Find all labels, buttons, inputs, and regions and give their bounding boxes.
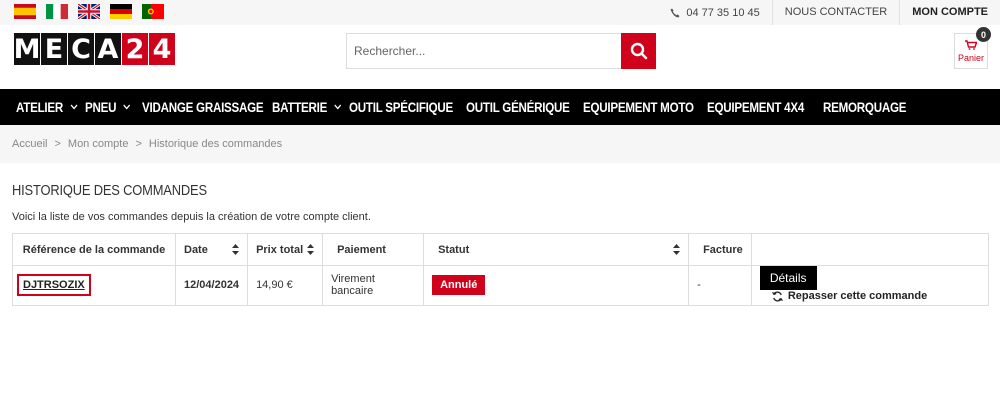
account-link[interactable]: MON COMPTE — [899, 0, 1000, 25]
menu-item-outil-specifique[interactable]: OUTIL SPÉCIFIQUE — [349, 100, 453, 115]
column-label: Prix total — [256, 243, 304, 256]
spain-flag-icon[interactable] — [14, 4, 36, 19]
column-label: Référence de la commande — [22, 243, 166, 256]
phone-number[interactable]: 04 77 35 10 45 — [670, 7, 771, 19]
menu-item-outil-generique[interactable]: OUTIL GÉNÉRIQUE — [466, 100, 570, 115]
menu-item-label: BATTERIE — [272, 99, 328, 115]
details-button[interactable]: Détails — [759, 266, 817, 290]
main-menu: ATELIER PNEU VIDANGE GRAISSAGE BATTERIE … — [0, 89, 1000, 125]
logo-letter: A — [95, 33, 121, 65]
menu-item-label: PNEU — [85, 99, 117, 115]
phone-icon — [670, 8, 680, 17]
search-icon — [630, 42, 647, 60]
chevron-down-icon — [123, 104, 131, 110]
menu-item-remorquage[interactable]: REMORQUAGE — [823, 100, 909, 115]
column-actions — [750, 233, 990, 266]
language-flags — [14, 4, 164, 19]
breadcrumb-account[interactable]: Mon compte — [68, 138, 129, 150]
menu-item-equipement-moto[interactable]: EQUIPEMENT MOTO — [583, 99, 694, 115]
germany-flag-icon[interactable] — [110, 4, 132, 19]
uk-flag-icon[interactable] — [78, 4, 100, 19]
cart-count-badge: 0 — [976, 27, 991, 42]
column-date[interactable]: Date — [174, 233, 249, 266]
menu-item-atelier[interactable]: ATELIER — [16, 100, 79, 115]
menu-item-label: ATELIER — [16, 99, 64, 115]
italy-flag-icon[interactable] — [46, 4, 68, 19]
logo-letter: C — [68, 33, 94, 65]
phone-text: 04 77 35 10 45 — [686, 6, 760, 19]
contact-link[interactable]: NOUS CONTACTER — [771, 0, 899, 25]
menu-item-label: OUTIL SPÉCIFIQUE — [349, 99, 454, 115]
chevron-down-icon — [334, 104, 342, 110]
column-status[interactable]: Statut — [423, 233, 690, 266]
breadcrumb-separator: > — [54, 138, 61, 150]
menu-item-label: REMORQUAGE — [823, 99, 907, 115]
sort-icon — [307, 244, 315, 255]
order-payment: Virement bancaire — [322, 265, 425, 306]
cart-label: Panier — [957, 53, 984, 63]
column-payment: Paiement — [322, 233, 425, 266]
page-title: HISTORIQUE DES COMMANDES — [12, 182, 207, 199]
menu-item-vidange-graissage[interactable]: VIDANGE GRAISSAGE — [142, 100, 264, 115]
order-date: 12/04/2024 — [174, 265, 249, 306]
column-reference[interactable]: Référence de la commande — [12, 233, 176, 266]
menu-item-label: EQUIPEMENT 4X4 — [707, 99, 805, 115]
page-intro: Voici la liste de vos commandes depuis l… — [12, 211, 371, 223]
order-actions-cell: Détails Repasser cette commande — [750, 265, 990, 306]
cart-button[interactable]: Panier 0 — [954, 27, 991, 69]
menu-item-equipement-4x4[interactable]: EQUIPEMENT 4X4 — [707, 100, 810, 115]
search-button[interactable] — [621, 33, 656, 69]
column-label: Facture — [703, 243, 743, 256]
status-badge: Annulé — [432, 275, 486, 296]
order-total: 14,90 € — [247, 265, 324, 306]
breadcrumb: Accueil > Mon compte > Historique des co… — [0, 125, 1000, 163]
sort-icon — [673, 244, 681, 255]
order-invoice: - — [688, 265, 752, 306]
logo-digit: 2 — [122, 33, 148, 65]
portugal-flag-icon[interactable] — [142, 4, 164, 19]
logo-letter: M — [13, 33, 41, 65]
search-bar — [346, 33, 656, 69]
logo-digit: 4 — [149, 33, 175, 65]
table-row: DJTRSOZIX 12/04/2024 14,90 € Virement ba… — [12, 265, 990, 306]
menu-item-label: OUTIL GÉNÉRIQUE — [466, 99, 570, 115]
order-reference-cell: DJTRSOZIX — [12, 265, 176, 306]
breadcrumb-current: Historique des commandes — [148, 138, 283, 150]
chevron-down-icon — [70, 104, 78, 110]
menu-item-label: VIDANGE GRAISSAGE — [142, 99, 264, 115]
reorder-label: Repasser cette commande — [787, 290, 928, 302]
menu-item-label: EQUIPEMENT MOTO — [583, 99, 694, 115]
orders-table: Référence de la commande Date Prix total… — [12, 233, 990, 306]
order-reference-link[interactable]: DJTRSOZIX — [17, 274, 91, 297]
column-total[interactable]: Prix total — [247, 233, 324, 266]
logo-letter: E — [41, 33, 67, 65]
column-label: Date — [184, 243, 208, 256]
column-invoice: Facture — [688, 233, 752, 266]
menu-item-pneu[interactable]: PNEU — [85, 100, 137, 115]
search-input[interactable] — [346, 33, 621, 69]
site-logo[interactable]: M E C A 2 4 — [14, 33, 176, 65]
cart-icon — [965, 40, 977, 50]
column-label: Paiement — [337, 243, 386, 256]
breadcrumb-home[interactable]: Accueil — [12, 138, 47, 150]
top-bar: 04 77 35 10 45 NOUS CONTACTER MON COMPTE — [0, 0, 1000, 25]
menu-item-batterie[interactable]: BATTERIE — [272, 100, 342, 115]
refresh-icon — [771, 291, 783, 301]
reorder-link[interactable]: Repasser cette commande — [771, 290, 928, 302]
breadcrumb-separator: > — [135, 138, 142, 150]
table-header-row: Référence de la commande Date Prix total… — [12, 233, 990, 266]
column-label: Statut — [438, 243, 470, 256]
sort-icon — [232, 244, 240, 255]
order-status-cell: Annulé — [423, 265, 690, 306]
